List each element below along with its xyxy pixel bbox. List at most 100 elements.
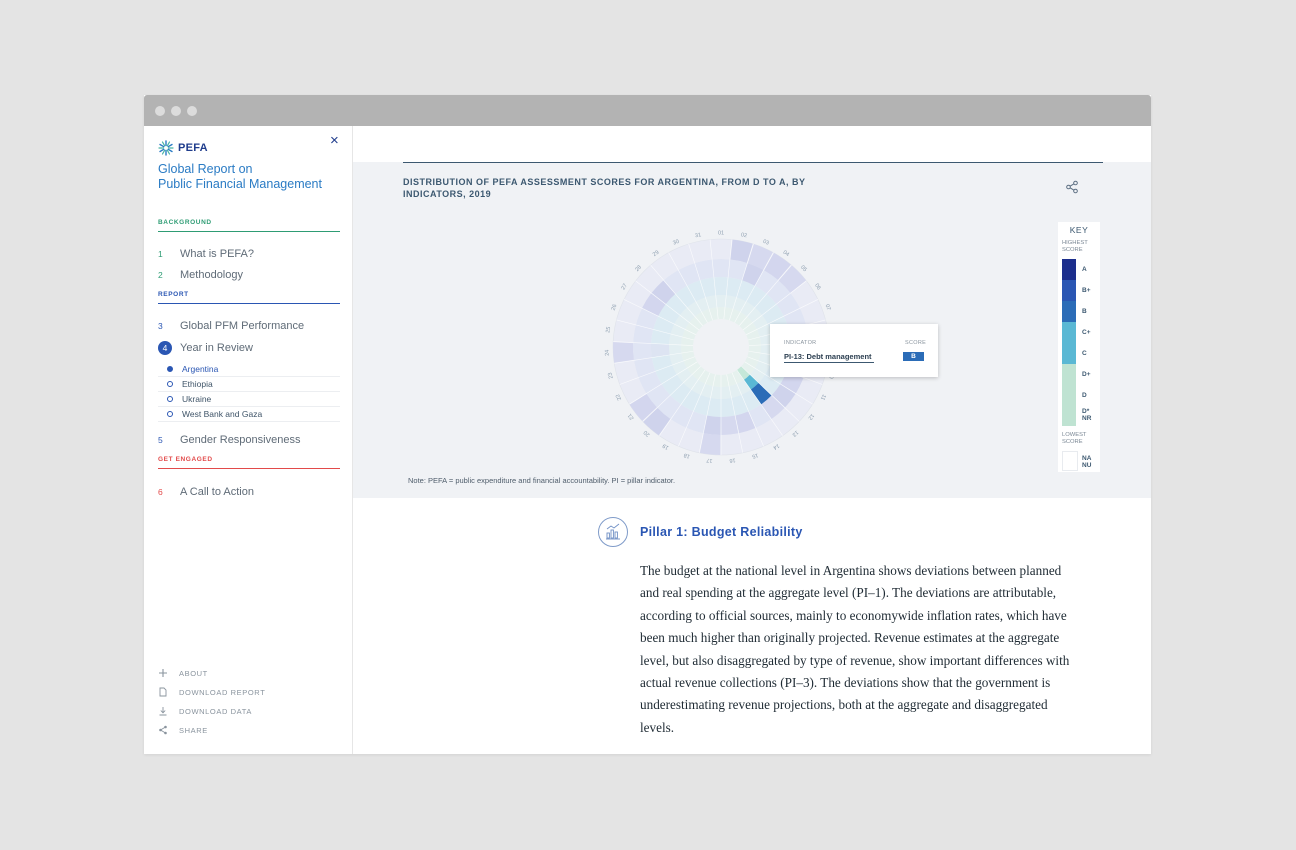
subnav-item-ethiopia[interactable]: Ethiopia — [158, 376, 340, 392]
section-report: REPORT — [158, 291, 340, 304]
browser-window: PEFA × Global Report on Public Financial… — [144, 95, 1151, 754]
about-link[interactable]: ABOUT — [158, 668, 208, 678]
subnav-item-west-bank-and-gaza[interactable]: West Bank and Gaza — [158, 406, 340, 422]
subnav-item-ukraine[interactable]: Ukraine — [158, 391, 340, 407]
chart-note: Note: PEFA = public expenditure and fina… — [408, 476, 676, 485]
tooltip-indicator-name: PI-13: Debt management — [784, 352, 872, 361]
chart-title: DISTRIBUTION OF PEFA ASSESSMENT SCORES F… — [403, 177, 806, 199]
nav-label: A Call to Action — [180, 486, 254, 498]
nav-label: What is PEFA? — [180, 248, 254, 260]
key-title: KEY — [1069, 225, 1089, 235]
key-score-a: A — [1082, 266, 1087, 273]
nav-item-gender-responsiveness[interactable]: 5 Gender Responsiveness — [158, 434, 300, 446]
report-title[interactable]: Global Report on Public Financial Manage… — [158, 162, 322, 192]
key-highest-label: HIGHEST SCORE — [1062, 240, 1088, 253]
subnav-label: West Bank and Gaza — [182, 408, 263, 419]
nav-number: 6 — [158, 487, 163, 497]
nav-label: Year in Review — [180, 342, 253, 354]
tick-label-13: 13 — [791, 429, 800, 438]
tick-label-27: 27 — [620, 283, 628, 291]
tick-label-01: 01 — [718, 230, 724, 236]
subnav-marker — [158, 365, 182, 372]
pefa-logo-icon — [158, 140, 174, 156]
tick-label-22: 22 — [615, 393, 623, 401]
window-dot-close[interactable] — [155, 106, 165, 116]
report-title-line2: Public Financial Management — [158, 177, 322, 191]
report-title-line1: Global Report on — [158, 162, 253, 176]
tick-label-31: 31 — [695, 232, 702, 239]
tick-label-07: 07 — [824, 304, 832, 312]
nav-number-active: 4 — [158, 341, 172, 355]
tick-label-21: 21 — [627, 412, 635, 421]
window-dot-maximize[interactable] — [187, 106, 197, 116]
tick-label-19: 19 — [662, 442, 670, 450]
document-icon — [158, 687, 179, 697]
tick-label-02: 02 — [740, 232, 747, 239]
tick-label-30: 30 — [672, 239, 680, 247]
article-body: The budget at the national level in Arge… — [640, 563, 1070, 735]
tick-label-04: 04 — [782, 250, 790, 258]
key-score-b-plus: B+ — [1082, 287, 1091, 294]
nav-number: 2 — [158, 270, 163, 280]
nav-item-a-call-to-action[interactable]: 6 A Call to Action — [158, 486, 254, 498]
logo-text: PEFA — [178, 142, 208, 154]
tick-label-12: 12 — [807, 412, 815, 421]
chart-share-button[interactable] — [1065, 180, 1079, 199]
nav-item-year-in-review[interactable]: 4 Year in Review — [158, 341, 253, 355]
nav-label: Gender Responsiveness — [180, 434, 301, 446]
subnav-marker — [158, 395, 182, 402]
pefa-logo[interactable]: PEFA — [158, 140, 208, 156]
main-content: DISTRIBUTION OF PEFA ASSESSMENT SCORES F… — [353, 126, 1151, 754]
tooltip-score-badge: B — [903, 352, 924, 361]
subnav-item-argentina[interactable]: Argentina — [158, 361, 340, 377]
tick-label-29: 29 — [652, 250, 660, 258]
key-na-label: NA NU — [1082, 455, 1092, 469]
download-data-link[interactable]: DOWNLOAD DATA — [158, 706, 252, 716]
tooltip-indicator-header: INDICATOR — [784, 340, 817, 346]
chart-panel: DISTRIBUTION OF PEFA ASSESSMENT SCORES F… — [353, 162, 1151, 498]
subnav-label: Ethiopia — [182, 378, 213, 389]
share-link[interactable]: SHARE — [158, 725, 208, 735]
key-score-d-star-nr: D* NR — [1082, 408, 1092, 422]
share-label: SHARE — [179, 725, 208, 735]
tick-label-25: 25 — [605, 326, 612, 333]
pillar-title: Pillar 1: Budget Reliability — [640, 525, 803, 539]
key-score-c-plus: C+ — [1082, 329, 1091, 336]
sidebar: PEFA × Global Report on Public Financial… — [144, 126, 353, 754]
tick-label-23: 23 — [607, 372, 614, 379]
pillar-chart-icon — [598, 517, 628, 547]
window-dot-minimize[interactable] — [171, 106, 181, 116]
nav-number: 1 — [158, 249, 163, 259]
tick-label-06: 06 — [813, 283, 821, 291]
nav-item-global-pfm-performance[interactable]: 3 Global PFM Performance — [158, 320, 304, 332]
key-na-swatch — [1062, 451, 1078, 471]
subnav-marker — [158, 410, 182, 417]
chart-tooltip: INDICATOR SCORE PI-13: Debt management B — [770, 324, 938, 377]
tick-label-03: 03 — [762, 239, 770, 247]
share-icon — [1066, 180, 1078, 194]
subnav-marker — [158, 380, 182, 387]
close-icon[interactable]: × — [330, 133, 339, 149]
about-label: ABOUT — [179, 668, 208, 678]
nav-item-methodology[interactable]: 2 Methodology — [158, 269, 243, 281]
download-report-label: DOWNLOAD REPORT — [179, 687, 266, 697]
nav-label: Methodology — [180, 269, 243, 281]
plus-icon — [158, 668, 179, 678]
section-get-engaged: GET ENGAGED — [158, 456, 340, 469]
key-score-d: D — [1082, 392, 1087, 399]
tooltip-underline — [784, 362, 874, 363]
tick-label-17: 17 — [706, 457, 713, 464]
key-score-c: C — [1082, 350, 1087, 357]
chart-key: KEY HIGHEST SCORE A B+ B C+ C D+ D D* NR… — [1058, 222, 1100, 472]
tick-label-14: 14 — [772, 442, 780, 450]
tick-label-05: 05 — [799, 264, 808, 273]
download-report-link[interactable]: DOWNLOAD REPORT — [158, 687, 265, 697]
tick-label-24: 24 — [604, 350, 610, 356]
nav-item-what-is-pefa[interactable]: 1 What is PEFA? — [158, 248, 254, 260]
window-titlebar — [144, 95, 1151, 126]
score-segment-24[interactable] — [613, 342, 634, 363]
subnav-label: Ukraine — [182, 393, 212, 404]
nav-number: 5 — [158, 435, 163, 445]
tick-label-18: 18 — [683, 452, 691, 460]
tick-label-15: 15 — [751, 452, 759, 460]
